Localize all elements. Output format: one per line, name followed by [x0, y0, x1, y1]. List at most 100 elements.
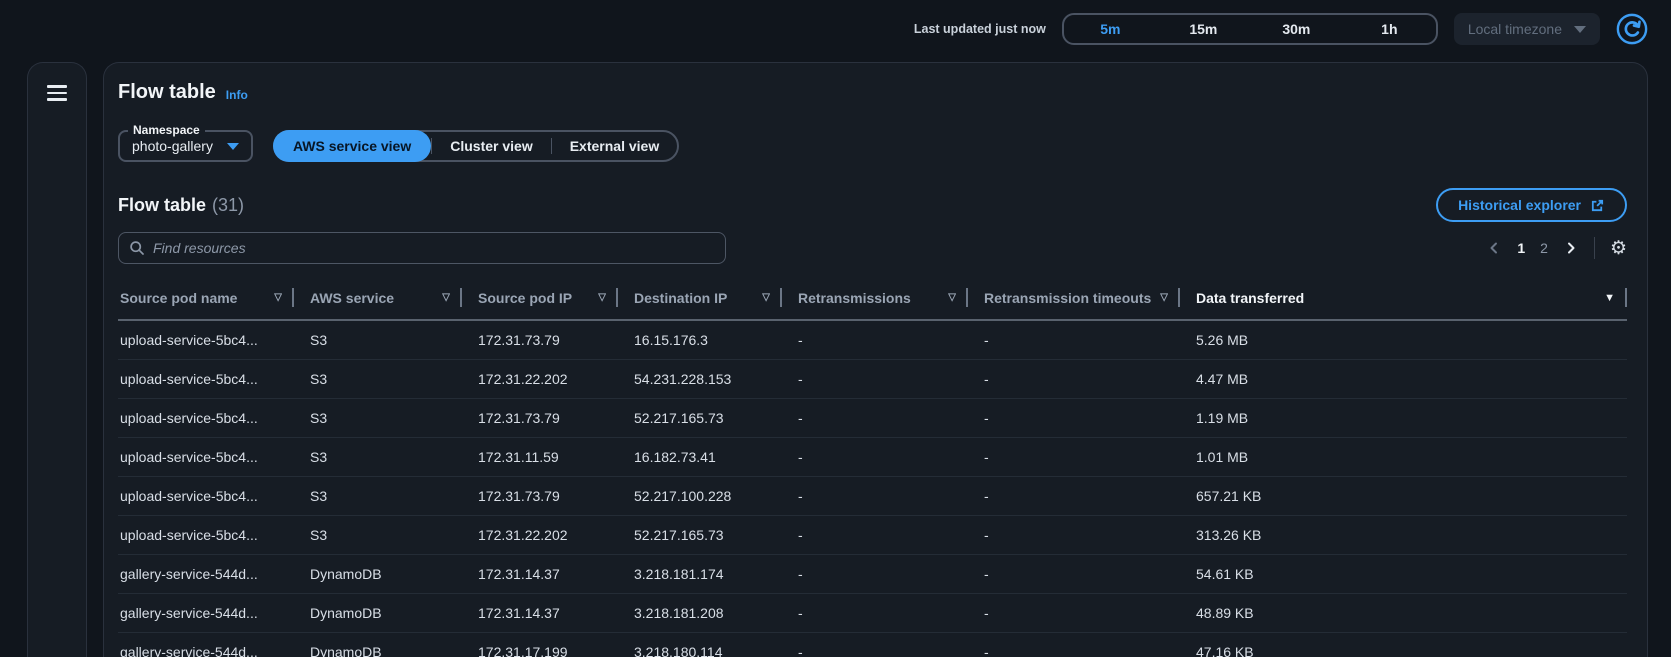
cell-retransmission-timeouts: - — [968, 398, 1180, 437]
cell-source-pod-name: gallery-service-544d... — [118, 632, 294, 657]
column-header-source-pod-name[interactable]: Source pod name ▽ — [118, 276, 294, 320]
cell-retransmissions: - — [782, 476, 968, 515]
column-header-inner: AWS service ▽ — [310, 290, 450, 306]
cell-aws-service: S3 — [294, 476, 462, 515]
cell-destination-ip: 3.218.181.208 — [618, 593, 782, 632]
table-row[interactable]: upload-service-5bc4...S3172.31.22.20252.… — [118, 515, 1627, 554]
table-row[interactable]: upload-service-5bc4...S3172.31.73.7952.2… — [118, 398, 1627, 437]
timezone-label: Local timezone — [1468, 21, 1562, 37]
search-icon — [129, 240, 145, 256]
page-2[interactable]: 2 — [1540, 240, 1548, 256]
cell-retransmissions: - — [782, 632, 968, 657]
cell-retransmission-timeouts: - — [968, 554, 1180, 593]
external-link-icon — [1590, 198, 1605, 213]
cell-source-pod-name: upload-service-5bc4... — [118, 437, 294, 476]
cell-data-transferred: 657.21 KB — [1180, 476, 1627, 515]
cell-source-pod-ip: 172.31.73.79 — [462, 398, 618, 437]
info-link[interactable]: Info — [226, 88, 248, 102]
table-row[interactable]: gallery-service-544d...DynamoDB172.31.14… — [118, 554, 1627, 593]
filter-caret-icon[interactable]: ▽ — [1160, 292, 1168, 303]
column-header-retransmission-timeouts[interactable]: Retransmission timeouts▽ — [968, 276, 1180, 320]
table-row[interactable]: upload-service-5bc4...S3172.31.22.20254.… — [118, 359, 1627, 398]
cell-data-transferred: 47.16 KB — [1180, 632, 1627, 657]
namespace-label: Namespace — [128, 123, 205, 137]
column-header-source-pod-ip[interactable]: Source pod IP ▽ — [462, 276, 618, 320]
cell-retransmission-timeouts: - — [968, 476, 1180, 515]
table-row[interactable]: upload-service-5bc4...S3172.31.73.7952.2… — [118, 476, 1627, 515]
table-section-header: Flow table(31) Historical explorer — [118, 188, 1627, 222]
column-header-inner: Source pod name ▽ — [120, 290, 282, 306]
view-segmented-control: AWS service viewCluster viewExternal vie… — [273, 130, 679, 162]
refresh-button[interactable] — [1616, 13, 1648, 45]
cell-source-pod-name: upload-service-5bc4... — [118, 320, 294, 359]
column-divider — [1625, 288, 1627, 307]
column-header-retransmissions[interactable]: Retransmissions▽ — [782, 276, 968, 320]
previous-page-button[interactable] — [1486, 240, 1502, 256]
settings-gear-icon[interactable]: ⚙ — [1610, 239, 1627, 258]
next-page-button[interactable] — [1563, 240, 1579, 256]
table-row[interactable]: upload-service-5bc4...S3172.31.73.7916.1… — [118, 320, 1627, 359]
cell-source-pod-ip: 172.31.11.59 — [462, 437, 618, 476]
namespace-dropdown[interactable]: Namespace photo-gallery — [118, 130, 253, 162]
cell-source-pod-ip: 172.31.14.37 — [462, 554, 618, 593]
filter-caret-icon[interactable]: ▽ — [442, 292, 450, 303]
view-tab-cluster-view[interactable]: Cluster view — [432, 132, 550, 160]
column-header-inner: Source pod IP ▽ — [478, 290, 606, 306]
cell-data-transferred: 1.19 MB — [1180, 398, 1627, 437]
view-tab-external-view[interactable]: External view — [552, 132, 678, 160]
chevron-down-icon — [1574, 26, 1586, 33]
cell-retransmissions: - — [782, 437, 968, 476]
cell-aws-service: S3 — [294, 437, 462, 476]
controls-row: Namespace photo-gallery AWS service view… — [118, 130, 1627, 162]
cell-retransmission-timeouts: - — [968, 593, 1180, 632]
column-header-data-transferred[interactable]: Data transferred▼ — [1180, 276, 1627, 320]
sort-descending-icon[interactable]: ▼ — [1604, 292, 1615, 304]
filter-caret-icon[interactable]: ▽ — [948, 292, 956, 303]
search-input[interactable] — [153, 240, 715, 256]
filter-caret-icon[interactable]: ▽ — [274, 292, 282, 303]
filter-caret-icon[interactable]: ▽ — [598, 292, 606, 303]
time-range-1h[interactable]: 1h — [1343, 15, 1436, 43]
cell-data-transferred: 313.26 KB — [1180, 515, 1627, 554]
column-header-inner: Destination IP▽ — [634, 290, 770, 306]
page-1[interactable]: 1 — [1517, 240, 1525, 256]
cell-aws-service: S3 — [294, 320, 462, 359]
table-row[interactable]: gallery-service-544d...DynamoDB172.31.14… — [118, 593, 1627, 632]
flow-table-panel: Flow table Info Namespace photo-gallery … — [103, 62, 1648, 657]
cell-retransmissions: - — [782, 398, 968, 437]
pager-divider — [1594, 237, 1595, 259]
column-label: AWS service — [310, 290, 394, 306]
cell-retransmission-timeouts: - — [968, 320, 1180, 359]
cell-destination-ip: 52.217.165.73 — [618, 515, 782, 554]
cell-destination-ip: 16.15.176.3 — [618, 320, 782, 359]
cell-source-pod-name: gallery-service-544d... — [118, 593, 294, 632]
time-range-5m[interactable]: 5m — [1064, 15, 1157, 43]
table-section-title-wrap: Flow table(31) — [118, 195, 244, 216]
cell-aws-service: DynamoDB — [294, 632, 462, 657]
cell-source-pod-name: upload-service-5bc4... — [118, 515, 294, 554]
column-header-inner: Data transferred▼ — [1196, 290, 1615, 306]
search-box — [118, 232, 726, 264]
page-title: Flow table — [118, 81, 216, 104]
cell-retransmissions: - — [782, 359, 968, 398]
time-range-30m[interactable]: 30m — [1250, 15, 1343, 43]
menu-icon[interactable] — [47, 85, 67, 657]
column-label: Source pod name — [120, 290, 237, 306]
cell-source-pod-ip: 172.31.73.79 — [462, 476, 618, 515]
table-header-row: Source pod name▽AWS service▽Source pod I… — [118, 276, 1627, 320]
historical-explorer-button[interactable]: Historical explorer — [1436, 188, 1627, 222]
refresh-icon — [1616, 13, 1648, 45]
time-range-15m[interactable]: 15m — [1157, 15, 1250, 43]
column-header-destination-ip[interactable]: Destination IP▽ — [618, 276, 782, 320]
cell-data-transferred: 48.89 KB — [1180, 593, 1627, 632]
cell-data-transferred: 4.47 MB — [1180, 359, 1627, 398]
cell-source-pod-ip: 172.31.22.202 — [462, 359, 618, 398]
time-range-group: 5m15m30m1h — [1062, 13, 1438, 45]
view-tab-aws-service-view[interactable]: AWS service view — [273, 130, 431, 162]
filter-caret-icon[interactable]: ▽ — [762, 292, 770, 303]
column-header-aws-service[interactable]: AWS service ▽ — [294, 276, 462, 320]
column-label: Source pod IP — [478, 290, 572, 306]
timezone-dropdown[interactable]: Local timezone — [1454, 13, 1600, 45]
table-row[interactable]: gallery-service-544d...DynamoDB172.31.17… — [118, 632, 1627, 657]
table-row[interactable]: upload-service-5bc4...S3172.31.11.5916.1… — [118, 437, 1627, 476]
